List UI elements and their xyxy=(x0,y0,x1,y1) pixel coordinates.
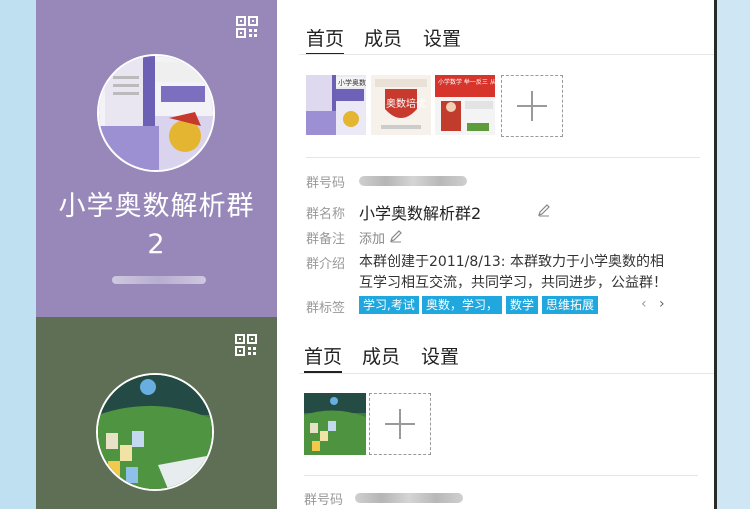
tab-members[interactable]: 成员 xyxy=(364,24,402,51)
tab-divider xyxy=(299,373,714,374)
add-file-button[interactable] xyxy=(369,393,431,455)
group-name-value: 小学奥数解析群2 xyxy=(359,204,482,223)
group-number-redacted xyxy=(359,176,467,186)
qr-code-icon[interactable] xyxy=(236,16,258,38)
group-card-content: 首页 成员 设置 小学奥数 举一反三 奥数培优 xyxy=(299,0,714,317)
group-card-content: 首页 成员 设置 群号码 xyxy=(299,317,714,509)
pencil-icon[interactable] xyxy=(537,203,551,217)
group-name-title: 小学奥数解析群 xyxy=(58,191,255,222)
tab-settings[interactable]: 设置 xyxy=(421,342,459,369)
tab-bar: 首页 成员 设置 xyxy=(299,342,714,373)
thumb1-title-text: 小学奥数 举一反三 xyxy=(338,78,366,87)
window-background xyxy=(0,0,36,509)
tag-list: 学习,考试 奥数，学习， 数学 思维拓展 xyxy=(359,296,619,314)
group-name-title-line2: 2 xyxy=(147,229,166,260)
group-number-redacted xyxy=(112,276,206,284)
tag[interactable]: 思维拓展 xyxy=(542,296,599,314)
thumb3-title-text: 小学数学 举一反三 从课本到奥赛 xyxy=(438,78,495,86)
group-avatar[interactable] xyxy=(97,54,215,172)
tag[interactable]: 学习,考试 xyxy=(359,296,419,314)
group-list-panel: 小学奥数解析群 2 首页 成员 设置 小学奥数 举一反三 xyxy=(36,0,714,509)
add-file-button[interactable] xyxy=(501,75,563,137)
file-thumbnail[interactable] xyxy=(304,393,366,455)
tag[interactable]: 数学 xyxy=(506,296,539,314)
group-card-sidebar: 小学奥数解析群 2 xyxy=(36,0,277,317)
file-thumbnail[interactable]: 小学数学 举一反三 从课本到奥赛 xyxy=(435,75,495,135)
tab-home[interactable]: 首页 xyxy=(306,24,345,55)
tab-divider xyxy=(299,54,714,55)
group-number-label: 群号码 xyxy=(304,493,344,508)
window-edge xyxy=(714,0,717,509)
tab-members[interactable]: 成员 xyxy=(362,342,400,369)
chevron-left-icon[interactable]: ‹ xyxy=(641,296,647,312)
chevron-right-icon[interactable]: › xyxy=(659,296,665,312)
group-card-sidebar xyxy=(36,317,277,509)
group-name-label: 群名称 xyxy=(306,207,346,222)
group-intro-line1: 本群创建于2011/8/13: 本群致力于小学奥数的相 xyxy=(359,254,664,270)
group-intro-label: 群介绍 xyxy=(306,257,346,272)
qr-code-icon[interactable] xyxy=(235,334,257,356)
tab-bar: 首页 成员 设置 xyxy=(299,24,714,55)
group-tags-label: 群标签 xyxy=(306,301,346,316)
group-note-add-link[interactable]: 添加 xyxy=(359,228,385,247)
group-note-label: 群备注 xyxy=(306,232,346,247)
group-number-redacted xyxy=(355,493,463,503)
group-avatar[interactable] xyxy=(96,373,214,491)
tag[interactable]: 奥数，学习， xyxy=(422,296,503,314)
file-thumbnail[interactable]: 奥数培优 xyxy=(371,75,431,135)
group-intro-line2: 互学习相互交流，共同学习，共同进步，公益群！ xyxy=(359,275,667,291)
section-divider xyxy=(306,157,700,158)
file-thumbnail[interactable]: 小学奥数 举一反三 xyxy=(306,75,366,135)
tab-home[interactable]: 首页 xyxy=(304,342,343,373)
thumb2-title-text: 奥数培优 xyxy=(386,97,426,110)
section-divider xyxy=(304,475,698,476)
pencil-icon[interactable] xyxy=(389,229,403,243)
group-number-label: 群号码 xyxy=(306,176,346,191)
tab-settings[interactable]: 设置 xyxy=(423,24,461,51)
